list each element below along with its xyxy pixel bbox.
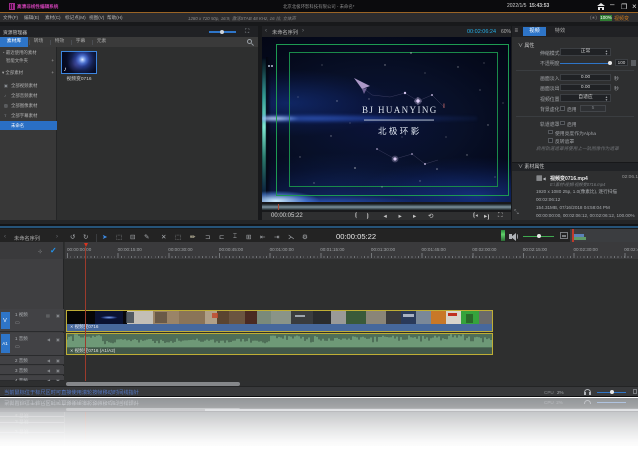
svg-text:BJ HUANYING: BJ HUANYING [362,105,438,115]
svg-text:北极环影: 北极环影 [378,126,422,136]
